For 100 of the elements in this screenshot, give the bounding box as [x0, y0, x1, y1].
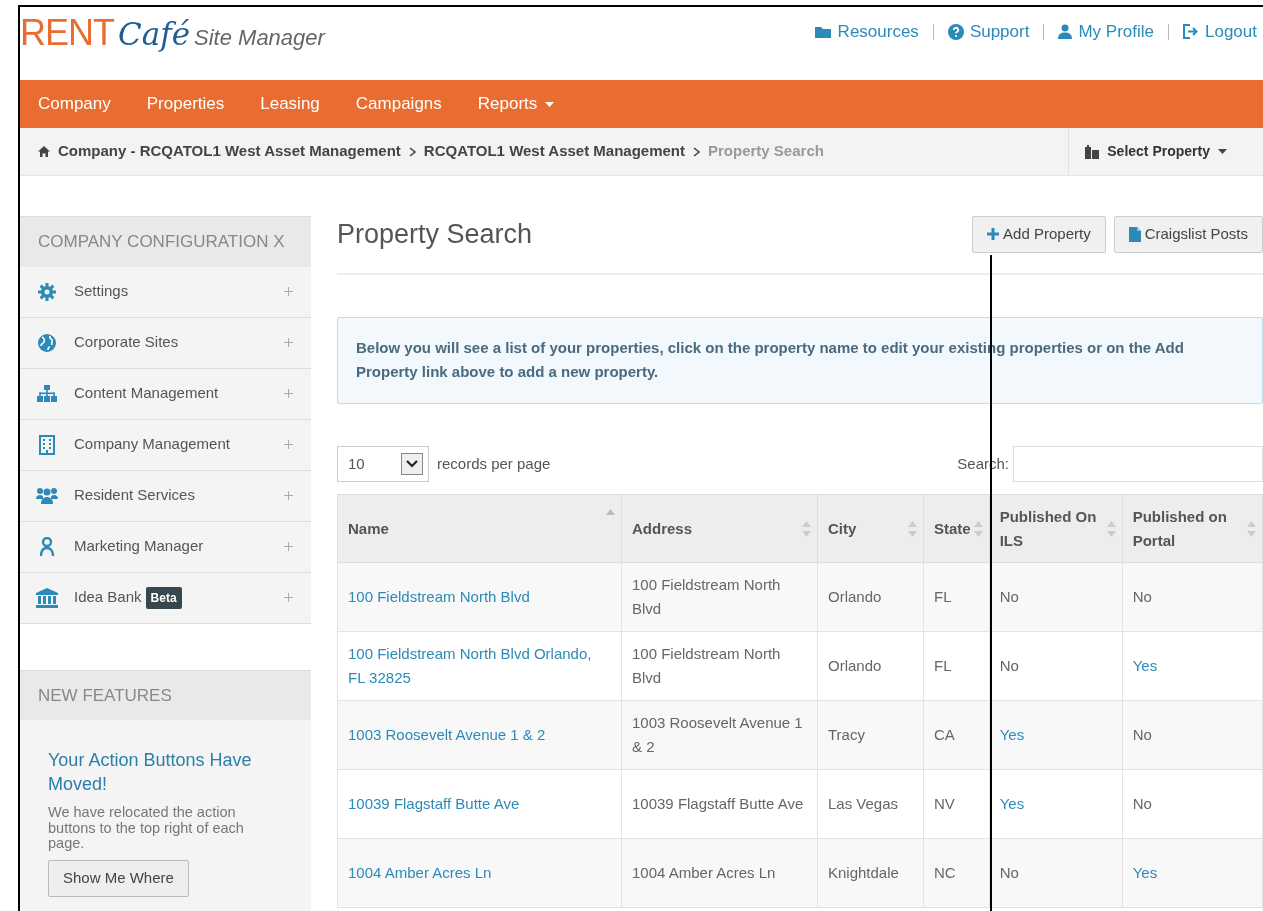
table-cell: 100 Fieldstream North Blvd	[621, 631, 818, 701]
table-cell: No	[989, 562, 1123, 632]
table-cell: FL	[923, 631, 990, 701]
features-heading: Your Action Buttons Have Moved!	[48, 749, 253, 797]
table-cell: Knightdale	[817, 838, 924, 908]
separator-line	[1043, 23, 1045, 40]
table-cell: NV	[923, 769, 990, 839]
page-size-select[interactable]: 10	[337, 446, 429, 482]
bank-icon	[36, 587, 58, 608]
header-label: City	[828, 519, 857, 537]
table-cell: 1003 Roosevelt Avenue 1 & 2	[621, 700, 818, 770]
separator-line	[932, 23, 934, 40]
published-link[interactable]: Yes	[999, 792, 1025, 816]
features-text: We have relocated the action buttons to the top right of each page.	[48, 804, 245, 853]
expand-icon	[284, 389, 293, 398]
expand-icon	[284, 338, 293, 347]
header-label: Name	[348, 519, 389, 537]
expand-icon	[284, 287, 293, 296]
sidebar-item[interactable]: Resident Services	[20, 470, 311, 522]
search-field[interactable]	[1013, 446, 1263, 482]
sidebar-item[interactable]: Idea Bank Beta	[20, 572, 311, 624]
column-header[interactable]: City	[817, 494, 924, 563]
sidebar-item[interactable]: Company Management	[20, 419, 311, 471]
table-cell: 100 Fieldstream North Blvd	[621, 562, 818, 632]
breadcrumb-current: Property Search	[708, 141, 824, 162]
sidebar-item[interactable]: Corporate Sites	[20, 317, 311, 369]
published-link[interactable]: Yes	[999, 723, 1025, 747]
breadcrumb-link[interactable]: RCQATOL1 West Asset Management	[423, 140, 685, 163]
home-icon	[38, 146, 50, 157]
column-header[interactable]: Published On ILS	[989, 494, 1123, 563]
table-cell: No	[989, 838, 1123, 908]
table-cell: Las Vegas	[817, 769, 924, 839]
item-label: Content Management	[74, 383, 219, 404]
plus-icon	[987, 228, 1000, 241]
table-cell: NC	[923, 838, 990, 908]
expand-icon	[284, 593, 293, 602]
person-icon	[39, 536, 55, 557]
expand-icon	[284, 491, 293, 500]
chevron-icon	[406, 460, 418, 468]
logo-script: Café	[118, 19, 191, 50]
table-cell: 10039 Flagstaff Butte Ave	[621, 769, 818, 839]
chevron-icon	[408, 146, 416, 157]
sitemap-icon	[37, 385, 57, 402]
property-link[interactable]: 1004 Amber Acres Ln	[348, 861, 492, 885]
breadcrumb-link[interactable]: Company - RCQATOL1 West Asset Management	[58, 140, 401, 163]
separator-line	[1168, 23, 1169, 40]
chevron-icon	[693, 146, 700, 157]
header-link[interactable]: My Profile	[1058, 19, 1154, 45]
action-button[interactable]: Add Property	[972, 216, 1106, 253]
item-label: Idea Bank	[74, 587, 142, 608]
header-link[interactable]: Logout	[1183, 19, 1257, 45]
header-label: Address	[632, 519, 693, 537]
table-cell: CA	[923, 700, 990, 770]
column-header[interactable]: Name	[337, 494, 622, 563]
table-cell: Tracy	[817, 700, 924, 770]
table-cell: FL	[923, 562, 990, 632]
expand-icon	[284, 542, 293, 551]
sidebar-item[interactable]: Marketing Manager	[20, 521, 311, 573]
table-cell: No	[1122, 769, 1263, 839]
folder-icon	[813, 24, 832, 39]
product-name: Site Manager	[194, 24, 325, 52]
item-label: Marketing Manager	[74, 536, 204, 557]
document-icon	[1128, 226, 1141, 242]
buildings-icon	[1085, 144, 1100, 159]
logo-wordmark: RENT	[20, 15, 114, 51]
item-label: Corporate Sites	[74, 332, 179, 353]
help-icon	[947, 23, 964, 40]
user-icon	[1058, 24, 1073, 40]
panel-heading: COMPANY CONFIGURATION X	[20, 216, 311, 267]
show-me-button[interactable]: Show Me Where	[48, 860, 189, 897]
header-link[interactable]: Resources	[813, 19, 919, 45]
table-cell: Orlando	[817, 631, 924, 701]
users-icon	[36, 487, 58, 504]
column-header[interactable]: State	[923, 494, 990, 563]
header-label: Published on Portal	[1132, 508, 1227, 549]
header-label: Published On ILS	[999, 508, 1097, 549]
page-title: Property Search	[337, 218, 533, 251]
logout-icon	[1183, 24, 1199, 40]
panel-heading: NEW FEATURES	[20, 669, 311, 720]
item-label: Resident Services	[74, 485, 195, 506]
column-header[interactable]: Address	[621, 494, 818, 563]
gear-icon	[38, 282, 56, 301]
table-cell: No	[1122, 562, 1263, 632]
column-header[interactable]: Published on Portal	[1122, 494, 1263, 563]
table-cell: No	[1122, 700, 1263, 770]
published-link[interactable]: Yes	[1132, 654, 1158, 678]
page-size-label: records per page	[437, 453, 551, 474]
globe-icon	[37, 332, 57, 353]
header-link[interactable]: Support	[947, 19, 1030, 45]
table-cell: 1004 Amber Acres Ln	[621, 838, 818, 908]
building-icon	[39, 434, 55, 455]
action-button[interactable]: Craigslist Posts	[1113, 216, 1263, 253]
item-label: Settings	[74, 281, 129, 302]
table-cell: Orlando	[817, 562, 924, 632]
sidebar-item[interactable]: Content Management	[20, 368, 311, 420]
caret-icon	[1218, 149, 1227, 154]
sidebar-item[interactable]: Settings	[20, 266, 311, 318]
expand-icon	[284, 440, 293, 449]
published-link[interactable]: Yes	[1132, 861, 1158, 885]
beta-badge: Beta	[145, 586, 182, 609]
